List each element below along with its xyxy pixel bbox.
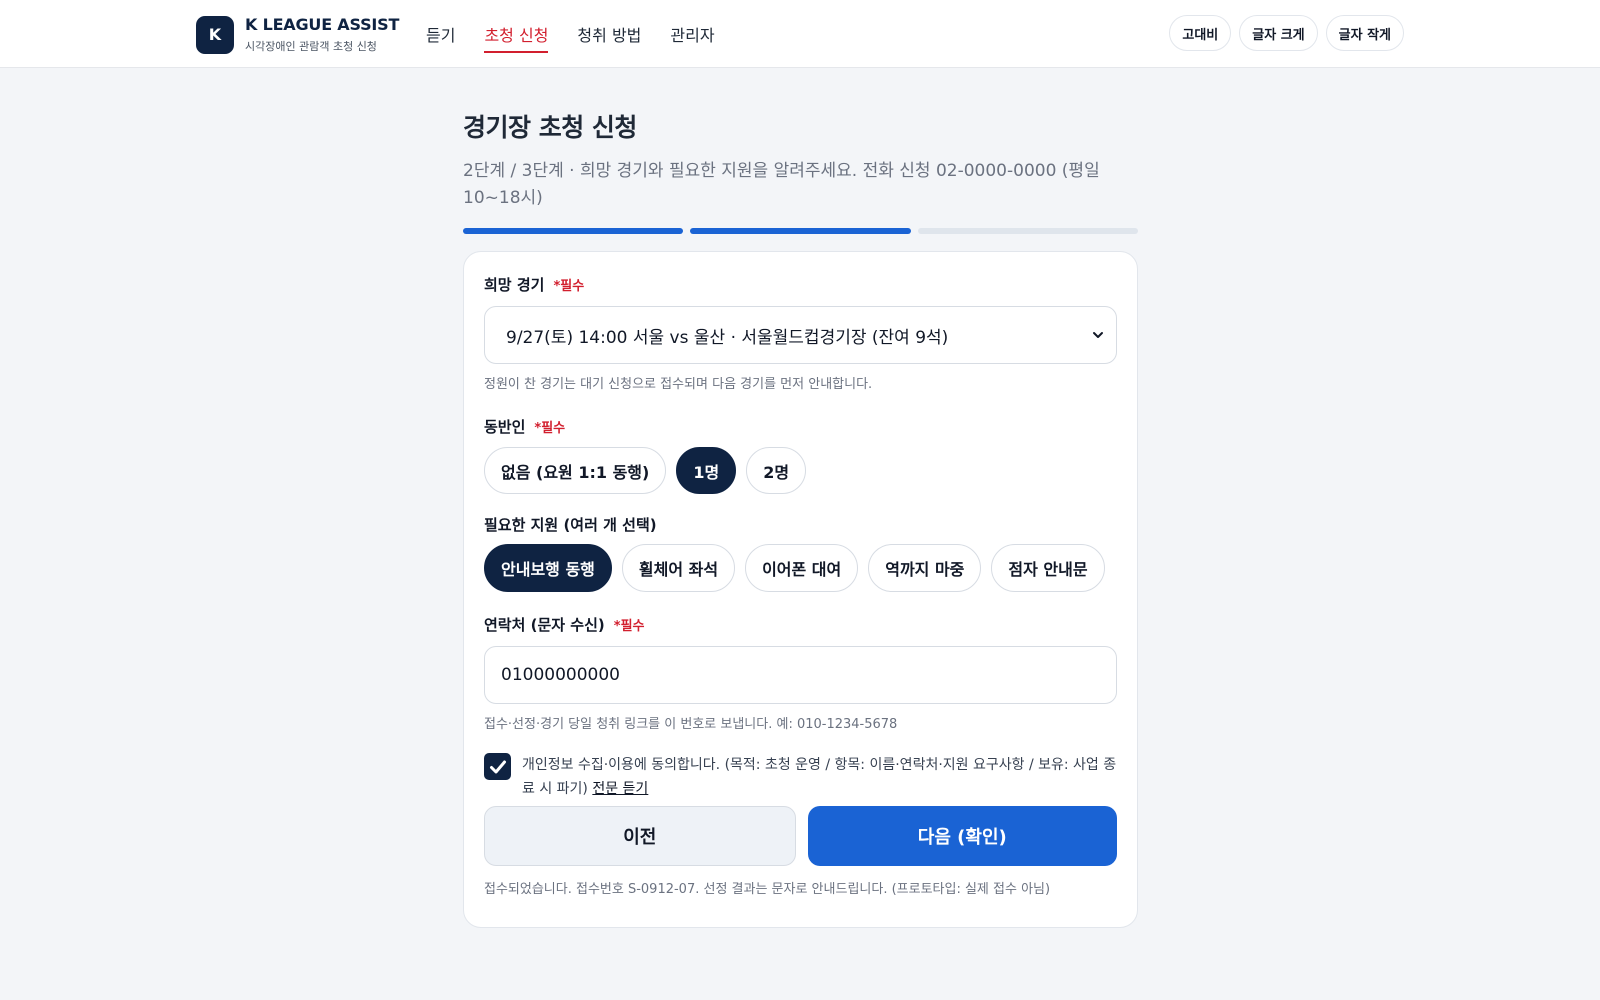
contact-input-value: 01000000000 [501, 665, 620, 685]
brand-title: K LEAGUE ASSIST [245, 15, 400, 34]
nav-listening-guide[interactable]: 청취 방법 [577, 0, 641, 68]
step-segment-3 [917, 228, 1138, 234]
accessibility-tools: 고대비 글자 크게 글자 작게 [1161, 15, 1404, 51]
required-mark: *필수 [534, 421, 566, 436]
status-message: 접수되었습니다. 접수번호 S-0912-07. 선정 결과는 문자로 안내드립… [484, 882, 1051, 897]
page-subtitle: 2단계 / 3단계 · 희망 경기와 필요한 지원을 알려주세요. 전화 신청 … [463, 161, 1100, 208]
contact-label-text: 연락처 (문자 수신) [484, 616, 605, 634]
companion-label: 동반인 *필수 [484, 416, 1117, 437]
page-title: 경기장 초청 신청 [463, 113, 637, 142]
match-select-value: 9/27(토) 14:00 서울 vs 울산 · 서울월드컵경기장 (잔여 9석… [506, 327, 949, 348]
required-mark: *필수 [553, 279, 585, 294]
brand-logo: K [196, 15, 234, 54]
step-segment-1 [463, 228, 684, 234]
match-select[interactable]: 9/27(토) 14:00 서울 vs 울산 · 서울월드컵경기장 (잔여 9석… [484, 306, 1117, 364]
font-larger-button[interactable]: 글자 크게 [1239, 15, 1318, 51]
font-smaller-button[interactable]: 글자 작게 [1325, 15, 1404, 51]
brand-subtitle: 시각장애인 관람객 초청 신청 [245, 40, 377, 53]
consent-row: 개인정보 수집·이용에 동의합니다. (목적: 초청 운영 / 항목: 이름·연… [484, 753, 1117, 801]
support-option-guide-walk[interactable]: 안내보행 동행 [484, 544, 612, 592]
companion-option-none[interactable]: 없음 (요원 1:1 동행) [484, 447, 667, 494]
companion-option-2[interactable]: 2명 [746, 447, 807, 494]
application-form: 희망 경기 *필수 9/27(토) 14:00 서울 vs 울산 · 서울월드컵… [463, 251, 1138, 928]
checkmark-icon [489, 760, 506, 773]
prev-button[interactable]: 이전 [484, 806, 796, 866]
step-progress [463, 228, 1138, 234]
support-option-earphone-rental[interactable]: 이어폰 대여 [745, 544, 859, 592]
nav-invite-apply[interactable]: 초청 신청 [484, 0, 548, 68]
match-hint: 정원이 찬 경기는 대기 신청으로 접수되며 다음 경기를 먼저 안내합니다. [484, 377, 873, 392]
brand[interactable]: K K LEAGUE ASSIST 시각장애인 관람객 초청 신청 [196, 15, 399, 54]
support-label: 필요한 지원 (여러 개 선택) [484, 514, 1117, 535]
main-content: 경기장 초청 신청 2단계 / 3단계 · 희망 경기와 필요한 지원을 알려주… [463, 108, 1138, 928]
form-actions: 이전 다음 (확인) [484, 806, 1117, 866]
support-option-wheelchair-seat[interactable]: 휠체어 좌석 [621, 544, 736, 592]
contact-hint: 접수·선정·경기 당일 청취 링크를 이 번호로 보냅니다. 예: 010-12… [484, 717, 898, 732]
companion-option-1[interactable]: 1명 [676, 447, 737, 494]
required-mark: *필수 [613, 619, 645, 634]
nav-listen[interactable]: 듣기 [426, 0, 455, 68]
consent-text: 개인정보 수집·이용에 동의합니다. (목적: 초청 운영 / 항목: 이름·연… [522, 753, 1117, 801]
top-bar: K K LEAGUE ASSIST 시각장애인 관람객 초청 신청 듣기 초청 … [0, 0, 1600, 68]
match-label: 희망 경기 *필수 [484, 274, 1117, 295]
match-label-text: 희망 경기 [484, 276, 545, 294]
high-contrast-button[interactable]: 고대비 [1169, 15, 1232, 51]
support-option-braille-guide[interactable]: 점자 안내문 [991, 544, 1105, 592]
support-options: 안내보행 동행 휠체어 좌석 이어폰 대여 역까지 마중 점자 안내문 [484, 544, 1117, 592]
chevron-down-icon [1093, 332, 1103, 338]
companion-options: 없음 (요원 1:1 동행) 1명 2명 [484, 447, 1117, 494]
contact-label: 연락처 (문자 수신) *필수 [484, 614, 1117, 635]
contact-input[interactable]: 01000000000 [484, 646, 1117, 704]
nav-admin[interactable]: 관리자 [670, 0, 714, 68]
support-label-text: 필요한 지원 (여러 개 선택) [484, 516, 657, 534]
support-option-station-pickup[interactable]: 역까지 마중 [868, 544, 982, 592]
brand-text: K LEAGUE ASSIST 시각장애인 관람객 초청 신청 [245, 15, 399, 54]
consent-checkbox[interactable] [484, 753, 511, 780]
next-button[interactable]: 다음 (확인) [807, 806, 1117, 866]
main-nav: 듣기 초청 신청 청취 방법 관리자 [426, 0, 744, 68]
step-segment-2 [690, 228, 911, 234]
companion-label-text: 동반인 [484, 418, 526, 436]
consent-full-text-link[interactable]: 전문 듣기 [592, 781, 648, 797]
